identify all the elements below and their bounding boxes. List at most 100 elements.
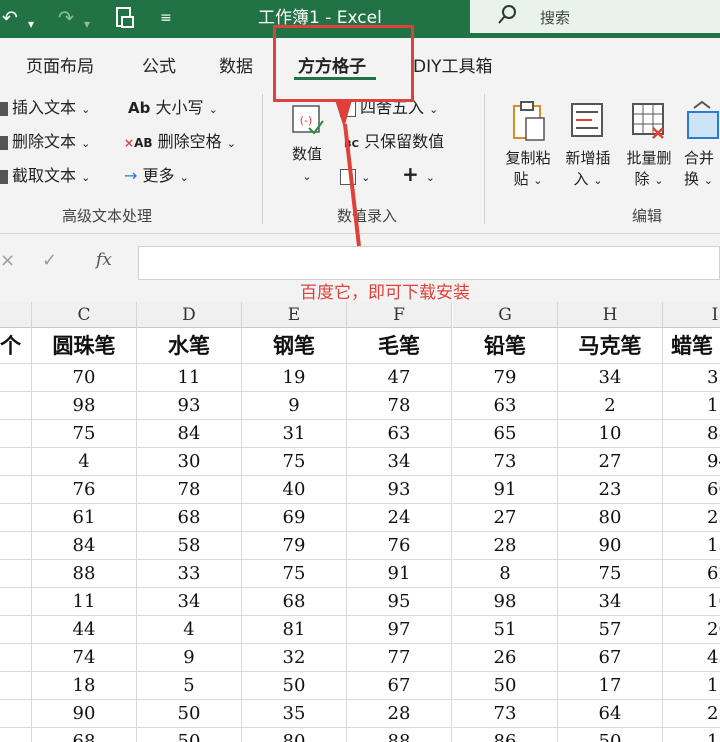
delete-text-button[interactable]: 删除文本 ⌄ (0, 132, 90, 154)
column-header-partial[interactable] (0, 302, 32, 328)
table-cell[interactable]: 9 (242, 392, 347, 420)
column-header-h[interactable]: H (558, 302, 663, 328)
table-cell[interactable]: 67 (347, 672, 452, 700)
undo-icon[interactable]: ↶ (2, 6, 18, 30)
table-cell[interactable]: 76 (347, 532, 452, 560)
value-button[interactable]: (-) 数值 ⌄ (282, 102, 332, 187)
table-cell[interactable]: 97 (347, 616, 452, 644)
table-cell[interactable]: 93 (137, 392, 242, 420)
cell-partial[interactable] (0, 392, 32, 420)
table-cell[interactable]: 76 (32, 476, 137, 504)
header-cell[interactable]: 毛笔 (347, 328, 452, 364)
table-cell[interactable]: 60 (663, 476, 720, 504)
table-cell[interactable]: 68 (137, 504, 242, 532)
table-cell[interactable]: 2 (558, 392, 663, 420)
table-cell[interactable]: 79 (242, 532, 347, 560)
table-cell[interactable]: 19 (242, 364, 347, 392)
table-cell[interactable]: 78 (137, 476, 242, 504)
table-cell[interactable]: 23 (558, 476, 663, 504)
cancel-icon[interactable]: × (0, 250, 15, 271)
table-cell[interactable]: 3 (663, 364, 720, 392)
table-cell[interactable]: 28 (453, 532, 558, 560)
table-cell[interactable]: 33 (137, 560, 242, 588)
table-cell[interactable]: 62 (663, 560, 720, 588)
table-cell[interactable]: 93 (347, 476, 452, 504)
table-cell[interactable]: 95 (347, 588, 452, 616)
table-cell[interactable]: 67 (558, 644, 663, 672)
header-cell[interactable]: 水笔 (137, 328, 242, 364)
table-cell[interactable]: 1 (663, 392, 720, 420)
table-cell[interactable]: 74 (32, 644, 137, 672)
table-cell[interactable]: 88 (347, 728, 452, 742)
cell-partial[interactable] (0, 560, 32, 588)
table-cell[interactable]: 80 (242, 728, 347, 742)
table-cell[interactable]: 70 (32, 364, 137, 392)
table-cell[interactable]: 30 (137, 448, 242, 476)
cell-partial[interactable] (0, 616, 32, 644)
extract-text-button[interactable]: 截取文本 ⌄ (0, 166, 90, 188)
table-cell[interactable]: 73 (453, 700, 558, 728)
undo-dropdown-icon[interactable]: ▾ (28, 12, 34, 36)
cell-partial[interactable] (0, 420, 32, 448)
print-preview-icon[interactable] (114, 6, 136, 36)
table-cell[interactable]: 4 (32, 448, 137, 476)
header-cell[interactable]: 圆珠笔 (32, 328, 137, 364)
header-cell[interactable]: 铅笔 (453, 328, 558, 364)
table-cell[interactable]: 50 (137, 700, 242, 728)
column-header-i[interactable]: I (663, 302, 720, 328)
cell-partial[interactable] (0, 588, 32, 616)
table-cell[interactable]: 84 (32, 532, 137, 560)
table-cell[interactable]: 9 (137, 644, 242, 672)
table-cell[interactable]: 75 (242, 448, 347, 476)
table-cell[interactable]: 35 (242, 700, 347, 728)
table-cell[interactable]: 27 (558, 448, 663, 476)
table-cell[interactable]: 88 (663, 420, 720, 448)
table-cell[interactable]: 25 (663, 700, 720, 728)
redo-dropdown-icon[interactable]: ▾ (84, 12, 90, 36)
table-cell[interactable]: 79 (453, 364, 558, 392)
formula-input[interactable] (138, 246, 720, 280)
table-cell[interactable]: 63 (453, 392, 558, 420)
table-cell[interactable]: 4 (137, 616, 242, 644)
table-cell[interactable]: 8 (453, 560, 558, 588)
table-cell[interactable]: 28 (347, 700, 452, 728)
table-cell[interactable]: 32 (242, 644, 347, 672)
table-cell[interactable]: 84 (137, 420, 242, 448)
table-cell[interactable]: 68 (32, 728, 137, 742)
table-cell[interactable]: 69 (242, 504, 347, 532)
table-cell[interactable]: 80 (558, 504, 663, 532)
customize-qat-icon[interactable]: ≡ (160, 6, 172, 30)
table-cell[interactable]: 91 (347, 560, 452, 588)
case-button[interactable]: Ab 大小写 ⌄ (128, 98, 218, 120)
table-cell[interactable]: 78 (347, 392, 452, 420)
table-cell[interactable]: 26 (453, 644, 558, 672)
table-cell[interactable]: 47 (347, 364, 452, 392)
column-header-f[interactable]: F (347, 302, 452, 328)
batch-delete-button[interactable]: 批量删除 ⌄ (619, 98, 679, 191)
table-cell[interactable]: 90 (32, 700, 137, 728)
table-cell[interactable]: 51 (453, 616, 558, 644)
table-cell[interactable]: 75 (32, 420, 137, 448)
table-cell[interactable]: 94 (663, 448, 720, 476)
column-header-c[interactable]: C (32, 302, 137, 328)
table-cell[interactable]: 15 (663, 672, 720, 700)
table-cell[interactable]: 75 (558, 560, 663, 588)
table-cell[interactable]: 13 (663, 532, 720, 560)
table-cell[interactable]: 86 (453, 728, 558, 742)
remove-space-button[interactable]: ×AB 删除空格 ⌄ (124, 132, 236, 154)
table-cell[interactable]: 24 (347, 504, 452, 532)
cell-partial[interactable] (0, 504, 32, 532)
tab-formulas[interactable]: 公式 (142, 52, 176, 77)
table-cell[interactable]: 61 (32, 504, 137, 532)
header-cell[interactable]: 马克笔 (558, 328, 663, 364)
insert-text-button[interactable]: 插入文本 ⌄ (0, 98, 90, 120)
tab-data[interactable]: 数据 (219, 52, 253, 77)
table-cell[interactable]: 27 (453, 504, 558, 532)
tab-page-layout[interactable]: 页面布局 (26, 52, 94, 77)
cell-partial[interactable] (0, 700, 32, 728)
table-cell[interactable]: 18 (663, 728, 720, 742)
table-cell[interactable]: 11 (32, 588, 137, 616)
table-cell[interactable]: 34 (558, 364, 663, 392)
table-cell[interactable]: 20 (663, 616, 720, 644)
cell-partial[interactable] (0, 476, 32, 504)
